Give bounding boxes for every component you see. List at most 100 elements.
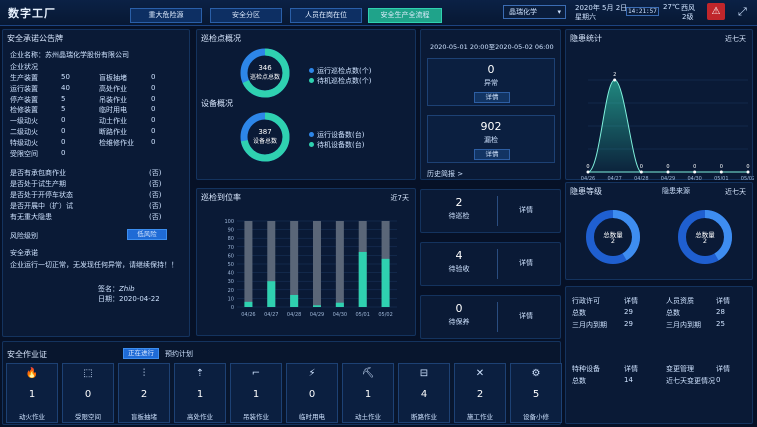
work-count: 5 xyxy=(532,389,540,400)
permit-cell: 28 xyxy=(716,308,725,316)
work-count: 1 xyxy=(364,389,372,400)
tab-major-hazard[interactable]: 重大危险源 xyxy=(130,8,202,23)
y-tick-label: 30 xyxy=(228,279,234,285)
company-label: 企业名称：苏州晶瑞化学股份有限公司 xyxy=(10,51,129,59)
question-answer: (否) xyxy=(149,202,162,210)
hazard-data-label: 0 xyxy=(693,164,696,170)
tab-safety-zone[interactable]: 安全分区 xyxy=(210,8,282,23)
legend-standby-patrol: 待机巡检点数(个) xyxy=(309,76,371,86)
tab-scheduled[interactable]: 预约计划 xyxy=(165,349,193,359)
rate-title: 巡检到位率 xyxy=(201,193,241,202)
x-tick-label: 05/02 xyxy=(378,312,392,318)
rate-bar-chart: 0 10 20 30 40 50 60 70 80 90 100 04/26 04/27 04/28 04/… xyxy=(224,219,397,318)
work-card-9[interactable]: ⚙ 5 设备小修 xyxy=(510,363,562,423)
question-label: 是否处于开停车状态 xyxy=(10,191,73,199)
tab-safety-process[interactable]: 安全生产全流程 xyxy=(368,8,442,23)
question-label: 是否开展中（扩）试 xyxy=(10,202,73,210)
task-value: 0 xyxy=(455,302,463,315)
work-label: 高处作业 xyxy=(187,413,213,421)
work-count: 1 xyxy=(196,389,204,400)
work-title: 安全作业证 xyxy=(7,350,47,359)
bar-arrived xyxy=(244,301,253,307)
hazard-point xyxy=(613,78,617,82)
permit-cell: 三月内到期 xyxy=(572,321,607,329)
permit-detail-button[interactable]: 详情 xyxy=(624,364,638,374)
x-tick-label: 04/27 xyxy=(264,312,278,318)
task-label: 待验收 xyxy=(448,265,470,273)
y-tick-label: 60 xyxy=(228,253,234,259)
status-value: 0 xyxy=(151,94,156,103)
risk-level-badge: 低风险 xyxy=(127,229,167,240)
x-tick-label: 05/02 xyxy=(741,176,754,180)
work-card-1[interactable]: ⬚ 0 受限空间 xyxy=(62,363,114,423)
y-tick-label: 50 xyxy=(228,262,234,268)
status-label: 检维修作业 xyxy=(99,138,134,147)
company-select[interactable]: 晶瑞化学 ▾ xyxy=(503,5,566,19)
status-value: 5 xyxy=(61,94,66,103)
permits-panel: 行政许可 详情 人员资质 详情 总数 29 总数 28 三月内到期 29 三月内到期 25 特种设备 详情… xyxy=(565,286,753,424)
source-total-value: 2 xyxy=(702,237,708,245)
fullscreen-icon[interactable]: ⤢ xyxy=(738,5,747,19)
work-count: 2 xyxy=(140,389,148,400)
legend-running-patrol: 运行巡检点数(个) xyxy=(309,66,371,76)
status-label: 特级动火 xyxy=(10,138,38,147)
patrol-total-value: 346 xyxy=(258,64,272,72)
work-card-7[interactable]: ⊟ 4 断路作业 xyxy=(398,363,450,423)
hazard-data-label: 0 xyxy=(720,164,723,170)
task-divider xyxy=(497,249,498,279)
work-card-5[interactable]: ⚡ 0 临时用电 xyxy=(286,363,338,423)
road-icon: ⊟ xyxy=(419,368,429,379)
x-tick-label: 04/29 xyxy=(661,176,675,180)
warning-triangle-icon[interactable]: ⚠ xyxy=(707,3,725,20)
work-card-3[interactable]: ⇡ 1 高处作业 xyxy=(174,363,226,423)
hazard-area-chart: 0 04/26 2 04/27 0 04/28 0 04/29 0 04/30 0 05/01 0 05/… xyxy=(581,72,754,180)
work-label: 吊装作业 xyxy=(243,413,269,421)
power-icon: ⚡ xyxy=(308,368,316,379)
patrol-title: 巡检点概况 xyxy=(201,34,241,43)
work-count: 0 xyxy=(84,389,92,400)
bar-arrived xyxy=(267,281,276,307)
hazard-point xyxy=(666,170,670,174)
crane-icon: ⌐ xyxy=(251,368,261,379)
question-label: 是否有承包商作业 xyxy=(10,169,66,177)
task-detail-button[interactable]: 详情 xyxy=(519,258,533,268)
bar-total xyxy=(335,221,344,307)
hazard-data-label: 0 xyxy=(746,164,749,170)
tab-in-progress[interactable]: 正在进行 xyxy=(123,348,159,359)
work-card-2[interactable]: ⫶ 2 盲板抽堵 xyxy=(118,363,170,423)
tab-staff-on-duty[interactable]: 人员在岗在位 xyxy=(290,8,362,23)
work-card-0[interactable]: 🔥 1 动火作业 xyxy=(6,363,58,423)
status-value: 0 xyxy=(151,116,156,125)
work-card-6[interactable]: ⛏ 1 动土作业 xyxy=(342,363,394,423)
top-header: 数字工厂 重大危险源 安全分区 人员在岗在位 安全生产全流程 晶瑞化学 ▾ 202… xyxy=(0,0,757,26)
x-tick-label: 05/01 xyxy=(356,312,370,318)
work-card-4[interactable]: ⌐ 1 吊装作业 xyxy=(230,363,282,423)
level-title: 隐患等级 xyxy=(570,187,602,196)
x-tick-label: 04/28 xyxy=(287,312,301,318)
task-detail-button[interactable]: 详情 xyxy=(519,311,533,321)
bar-total xyxy=(290,221,299,307)
permit-cell: 特种设备 xyxy=(572,365,600,373)
task-card: 2 待巡检 详情 xyxy=(420,189,561,233)
bar-total xyxy=(244,221,253,307)
task-detail-button[interactable]: 详情 xyxy=(519,205,533,215)
hazard-data-label: 0 xyxy=(640,164,643,170)
bar-total xyxy=(313,221,321,307)
missed-detail-button[interactable]: 详情 xyxy=(474,149,510,160)
permit-cell: 总数 xyxy=(572,377,586,385)
abnormal-detail-button[interactable]: 详情 xyxy=(474,92,510,103)
permit-detail-button[interactable]: 详情 xyxy=(716,296,730,306)
work-card-8[interactable]: ✕ 2 施工作业 xyxy=(454,363,506,423)
work-label: 盲板抽堵 xyxy=(131,413,157,421)
task-label: 待巡检 xyxy=(448,212,470,220)
question-answer: (否) xyxy=(149,213,162,221)
permit-detail-button[interactable]: 详情 xyxy=(716,364,730,374)
abnormal-value: 0 xyxy=(487,63,495,76)
permit-detail-button[interactable]: 详情 xyxy=(624,296,638,306)
repair-icon: ⚙ xyxy=(531,368,541,379)
rate-panel: 巡检到位率 近7天 0 10 20 30 40 50 60 70 80 90 100 04/26 04/… xyxy=(196,188,416,336)
history-link[interactable]: 历史简报 > xyxy=(427,169,463,179)
permit-cell: 25 xyxy=(716,320,725,328)
work-label: 断路作业 xyxy=(411,413,437,421)
x-tick-label: 04/26 xyxy=(241,312,255,318)
